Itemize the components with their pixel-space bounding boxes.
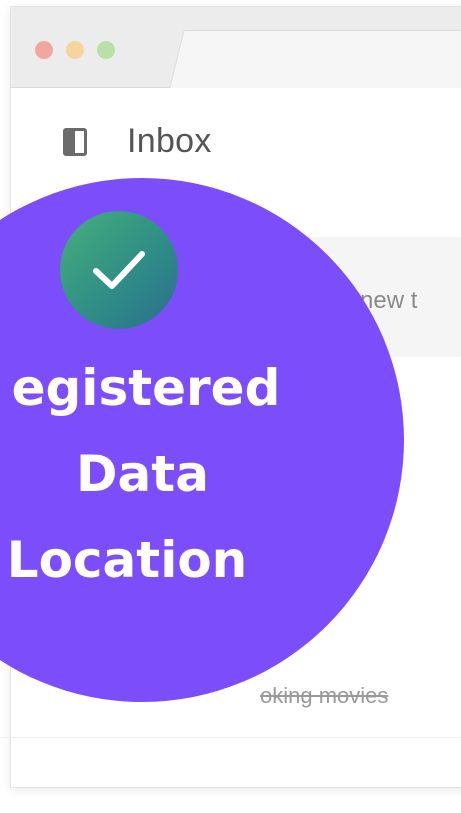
app-header: Inbox [11,88,461,200]
overlay-heading-line3: Location [6,531,248,589]
zoom-window-button[interactable] [97,41,115,59]
overlay-heading-line1: egistered [11,359,281,417]
sidebar-toggle-icon-fill [66,131,75,153]
sidebar-toggle-icon[interactable] [63,128,87,156]
minimize-window-button[interactable] [66,41,84,59]
row-divider [0,737,461,738]
overlay-heading-line2: Data [76,445,209,503]
page-title: Inbox [127,122,212,160]
browser-tab[interactable] [169,30,461,89]
window-titlebar [11,7,461,89]
checkmark-icon [60,211,178,329]
screenshot-stage: Inbox e new t oking movies egistered Dat… [0,0,461,813]
close-window-button[interactable] [35,41,53,59]
list-item[interactable]: oking movies [260,683,388,709]
